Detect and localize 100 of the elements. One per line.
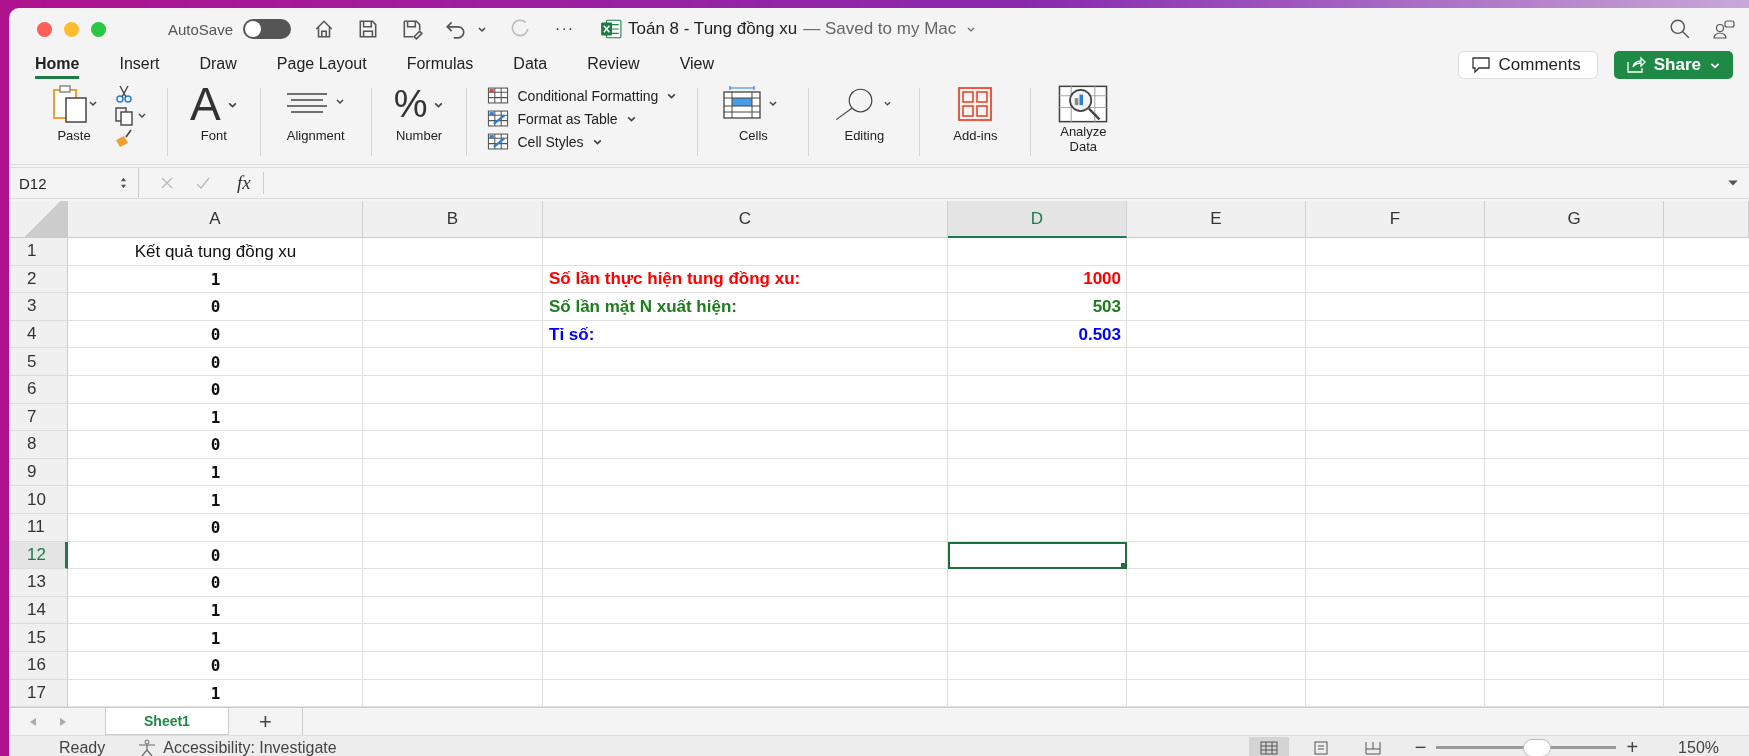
- paste-button[interactable]: Paste: [37, 84, 111, 164]
- font-button[interactable]: A Font: [186, 84, 242, 164]
- grid-icon: [1258, 740, 1279, 755]
- column-header[interactable]: F: [1306, 201, 1485, 238]
- ribbon-tab[interactable]: Draw: [199, 51, 237, 79]
- table-cell-text: 0: [209, 545, 222, 565]
- table-cell: 503: [1092, 297, 1121, 317]
- format-painter-icon[interactable]: [113, 128, 135, 148]
- column-header[interactable]: G: [1485, 201, 1664, 238]
- table-cell-text: 1: [209, 269, 222, 289]
- editing-button[interactable]: Editing: [827, 84, 902, 164]
- table-cell-text: 0: [209, 352, 222, 372]
- ribbon-tab[interactable]: Home: [35, 51, 80, 79]
- styles-menu-button[interactable]: Cell Styles: [485, 130, 680, 153]
- cut-icon[interactable]: [113, 84, 135, 104]
- speech-bubble-icon: [1470, 56, 1491, 74]
- ribbon-tab[interactable]: Page Layout: [276, 51, 367, 79]
- autosave-label: AutoSave: [168, 20, 234, 38]
- row-header[interactable]: 10: [9, 486, 68, 514]
- row-header[interactable]: 17: [9, 679, 68, 708]
- table-cell-text: 1: [209, 490, 222, 510]
- save-as-icon[interactable]: [401, 18, 424, 40]
- workbook-icon: [600, 19, 623, 39]
- row-header[interactable]: 2: [9, 265, 68, 294]
- table-cell-text: 1: [209, 628, 222, 648]
- table-cell: 0.503: [1078, 324, 1121, 345]
- window-title: Toán 8 - Tung đồng xu: [628, 19, 798, 39]
- autosave-toggle[interactable]: [243, 19, 292, 39]
- ribbon-tab[interactable]: Insert: [119, 51, 160, 79]
- table-cell-text: 0: [209, 380, 222, 400]
- alignment-button[interactable]: Alignment: [278, 84, 353, 164]
- table-icon: [487, 87, 510, 104]
- share-people-icon[interactable]: [1713, 18, 1735, 40]
- ribbon-tab[interactable]: Formulas: [406, 51, 474, 79]
- styles-menu-button[interactable]: Conditional Formatting: [485, 84, 680, 107]
- column-header[interactable]: A: [68, 201, 363, 238]
- share-icon: [1625, 56, 1646, 74]
- accessibility-status[interactable]: Accessibility: Investigate: [163, 738, 337, 756]
- row-header[interactable]: 15: [9, 624, 68, 652]
- sheet-tab[interactable]: Sheet1: [105, 708, 229, 736]
- table-icon: [487, 110, 510, 127]
- page-break-icon: [1362, 740, 1383, 755]
- row-header[interactable]: 4: [9, 320, 68, 349]
- zoom-in-button[interactable]: +: [1626, 736, 1639, 756]
- row-header[interactable]: 3: [9, 293, 68, 321]
- table-cell-text: 0: [209, 435, 222, 455]
- insert-function-button[interactable]: fx: [237, 172, 264, 194]
- styles-menu-button[interactable]: Format as Table: [485, 107, 680, 130]
- table-cell: 1000: [1083, 269, 1121, 290]
- ribbon-tab[interactable]: View: [679, 51, 714, 79]
- row-header[interactable]: 7: [9, 403, 68, 432]
- row-header[interactable]: 12: [9, 541, 68, 570]
- table-cell-text: 1: [209, 407, 222, 427]
- status-text: Ready: [59, 738, 106, 756]
- ribbon-tab[interactable]: Data: [513, 51, 548, 79]
- table-cell-text: 0: [209, 297, 222, 317]
- table-icon: [487, 133, 510, 150]
- table-cell-text: 0: [209, 573, 222, 593]
- row-header[interactable]: 16: [9, 651, 68, 680]
- table-cell-text: 0: [209, 518, 222, 538]
- comments-button[interactable]: Comments: [1457, 51, 1598, 79]
- zoom-out-button[interactable]: −: [1414, 736, 1427, 756]
- number-button[interactable]: % Number: [389, 84, 449, 164]
- row-header[interactable]: 9: [9, 458, 68, 487]
- check-icon: [195, 175, 211, 191]
- analyze-data-button[interactable]: Analyze Data: [1049, 84, 1118, 164]
- close-light[interactable]: [37, 21, 52, 37]
- table-cell-text: 1: [209, 601, 222, 620]
- table-cell-text: Tỉ số:: [548, 324, 596, 345]
- column-header[interactable]: B: [363, 201, 543, 238]
- row-header[interactable]: 8: [9, 431, 68, 459]
- cells-button[interactable]: Cells: [716, 84, 791, 164]
- name-box[interactable]: D12: [9, 168, 139, 198]
- cancel-icon: [159, 175, 175, 191]
- table-cell-text: 1: [209, 463, 222, 483]
- accessibility-icon[interactable]: [137, 737, 158, 756]
- row-header[interactable]: 1: [9, 238, 68, 266]
- add-ins-button[interactable]: Add-ins: [938, 84, 1013, 164]
- column-header[interactable]: E: [1127, 201, 1306, 238]
- normal-view-button[interactable]: [1248, 736, 1289, 756]
- row-header[interactable]: 13: [9, 569, 68, 597]
- column-header[interactable]: C: [543, 201, 948, 238]
- row-header[interactable]: 11: [9, 513, 68, 542]
- selected-cell[interactable]: [948, 541, 1127, 570]
- table-cell-text: Kết quả tung đồng xu: [133, 241, 298, 262]
- table-cell-text: 1: [209, 683, 222, 703]
- table-cell-text: 0: [209, 325, 222, 345]
- row-header[interactable]: 5: [9, 348, 68, 376]
- row-header[interactable]: 6: [9, 375, 68, 404]
- share-button[interactable]: Share: [1613, 51, 1733, 79]
- table-cell-text: 0: [209, 656, 222, 676]
- table-cell-text: Số lần thực hiện tung đồng xu:: [548, 269, 802, 290]
- zoom-level: 150%: [1678, 738, 1719, 756]
- ribbon-tab[interactable]: Review: [587, 51, 640, 79]
- caret-icon[interactable]: [477, 24, 488, 34]
- row-header[interactable]: 14: [9, 596, 68, 625]
- search-icon[interactable]: [1669, 18, 1691, 40]
- save-status[interactable]: — Saved to my Mac: [803, 19, 957, 39]
- column-header[interactable]: D: [948, 201, 1127, 238]
- more-button[interactable]: ···: [555, 20, 575, 38]
